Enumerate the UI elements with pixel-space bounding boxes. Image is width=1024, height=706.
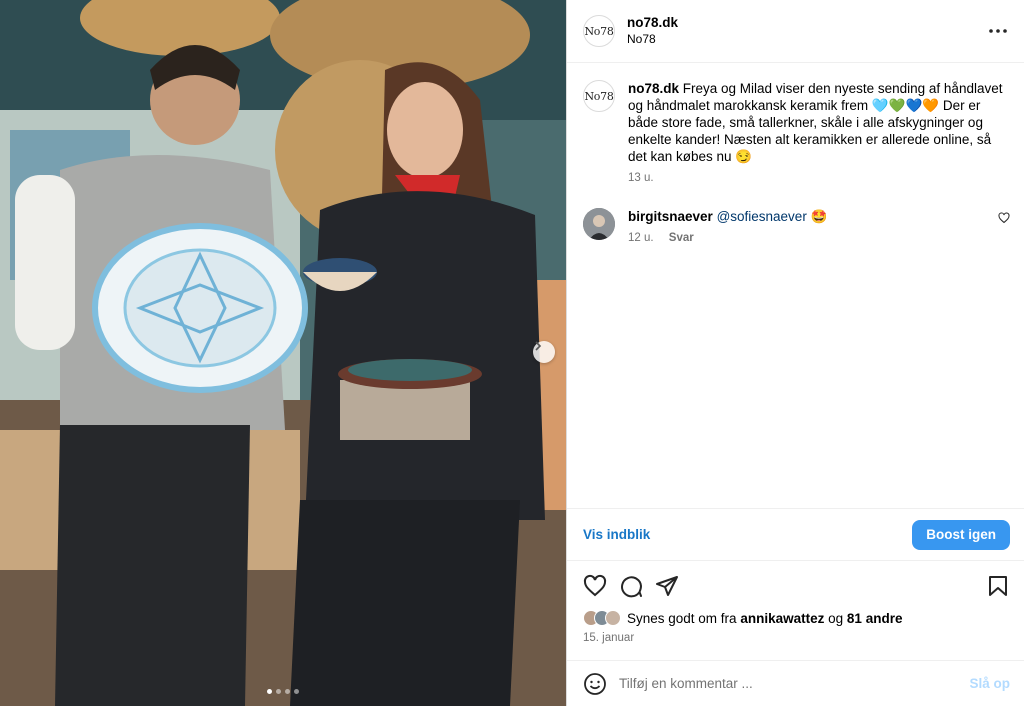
- like-button[interactable]: [581, 572, 609, 600]
- liker-avatars: [583, 610, 621, 626]
- carousel-dots: [0, 689, 566, 694]
- more-options-button[interactable]: [986, 19, 1010, 43]
- comment-like-button[interactable]: [998, 212, 1010, 244]
- boost-again-button[interactable]: Boost igen: [912, 519, 1010, 550]
- carousel-dot: [294, 689, 299, 694]
- post-date: 15. januar: [583, 632, 635, 644]
- caption-row: No78 no78.dk Freya og Milad viser den ny…: [583, 80, 1010, 184]
- share-button[interactable]: [653, 572, 681, 600]
- likes-others[interactable]: 81 andre: [847, 611, 903, 626]
- carousel-dot: [276, 689, 281, 694]
- next-arrow-icon: [535, 341, 542, 351]
- caption-logo-text: No78: [584, 89, 614, 103]
- carousel-dot: [285, 689, 290, 694]
- comment-row: birgitsnaever @sofiesnaever 🤩 12 u. Svar: [583, 208, 1010, 244]
- liker-avatar: [605, 610, 621, 626]
- comment-emoji: 🤩: [810, 209, 828, 224]
- account-username[interactable]: no78.dk: [627, 14, 678, 31]
- heart-icon: [583, 574, 607, 597]
- account-logo-text: No78: [584, 24, 614, 38]
- caption-text-block: no78.dk Freya og Milad viser den nyeste …: [628, 80, 1010, 165]
- post-header: No78 no78.dk No78: [567, 0, 1024, 63]
- likes-joiner: og: [828, 610, 844, 626]
- post-side-panel: No78 no78.dk No78 No78 no78.dk Freya og …: [566, 0, 1024, 706]
- comment-age: 12 u.: [628, 232, 654, 244]
- likes-summary: Synes godt om fra annikawattez og 81 and…: [583, 610, 1010, 626]
- caption-username[interactable]: no78.dk: [628, 81, 679, 96]
- view-insights-link[interactable]: Vis indblik: [583, 527, 650, 542]
- save-button[interactable]: [984, 572, 1012, 600]
- more-icon: [989, 29, 1007, 33]
- emoji-button[interactable]: [583, 672, 607, 696]
- caption-avatar[interactable]: No78: [583, 80, 615, 112]
- caption-age: 13 u.: [628, 172, 654, 184]
- carousel-dot: [267, 689, 272, 694]
- comment-input[interactable]: [619, 676, 970, 691]
- heart-small-icon: [998, 212, 1010, 224]
- account-subtitle: No78: [627, 32, 656, 46]
- comments-section: No78 no78.dk Freya og Milad viser den ny…: [567, 64, 1024, 508]
- comment-mention[interactable]: @sofiesnaever: [717, 209, 807, 224]
- commenter-avatar[interactable]: [583, 208, 615, 240]
- post-actions: [567, 571, 1024, 601]
- account-avatar[interactable]: No78: [583, 15, 615, 47]
- commenter-username[interactable]: birgitsnaever: [628, 209, 713, 224]
- add-comment-bar: Slå op: [567, 660, 1024, 706]
- insights-bar: Vis indblik Boost igen: [567, 508, 1024, 561]
- next-slide-button[interactable]: [533, 341, 555, 363]
- comment-text-block: birgitsnaever @sofiesnaever 🤩: [628, 208, 990, 225]
- share-icon: [656, 576, 678, 596]
- bookmark-icon: [989, 576, 1007, 596]
- comment-icon: [621, 576, 642, 598]
- post-photo: [0, 0, 566, 706]
- caption-text: Freya og Milad viser den nyeste sending …: [628, 81, 1003, 164]
- comment-button[interactable]: [617, 572, 645, 600]
- likes-user[interactable]: annikawattez: [740, 611, 824, 626]
- likes-prefix: Synes godt om fra: [627, 610, 737, 626]
- post-comment-button[interactable]: Slå op: [969, 676, 1010, 691]
- emoji-icon: [584, 672, 606, 695]
- reply-button[interactable]: Svar: [669, 232, 694, 244]
- post-media[interactable]: [0, 0, 566, 706]
